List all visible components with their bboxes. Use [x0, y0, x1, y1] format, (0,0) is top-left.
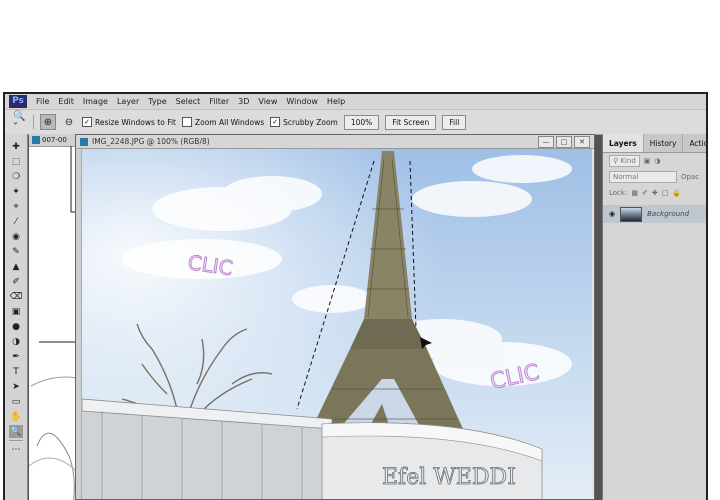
document-icon — [80, 137, 88, 146]
brush-tool-icon[interactable]: ✎ — [9, 245, 23, 258]
clone-stamp-tool-icon[interactable]: ▲ — [9, 260, 23, 273]
minimize-icon[interactable]: — — [538, 136, 554, 148]
pen-tool-icon[interactable]: ✒ — [9, 350, 23, 363]
app-logo: Ps — [9, 95, 27, 108]
blur-tool-icon[interactable]: ● — [9, 320, 23, 333]
scrubby-zoom-checkbox[interactable]: ✓ Scrubby Zoom — [270, 117, 338, 127]
hand-tool-icon[interactable]: ✋ — [9, 410, 23, 423]
zoom-in-icon[interactable]: ⊕ — [40, 114, 56, 130]
menu-layer[interactable]: Layer — [117, 97, 139, 106]
photoshop-window: Ps File Edit Image Layer Type Select Fil… — [3, 92, 708, 500]
marquee-tool-icon[interactable]: ⬚ — [9, 155, 23, 168]
menu-select[interactable]: Select — [176, 97, 201, 106]
menu-image[interactable]: Image — [83, 97, 108, 106]
lock-move-icon[interactable]: ✚ — [652, 189, 658, 197]
move-tool-icon[interactable]: ✚ — [9, 140, 23, 153]
lasso-tool-icon[interactable]: ❍ — [9, 170, 23, 183]
gradient-tool-icon[interactable]: ▣ — [9, 305, 23, 318]
document-window[interactable]: IMG_2248.JPG @ 100% (RGB/8) — □ ✕ Efel W… — [75, 134, 595, 500]
checkbox-checked-icon: ✓ — [270, 117, 281, 127]
eyedropper-tool-icon[interactable]: ⁄ — [9, 215, 23, 228]
eye-icon[interactable]: ◉ — [609, 210, 615, 218]
menu-3d[interactable]: 3D — [238, 97, 249, 106]
menu-view[interactable]: View — [258, 97, 277, 106]
filter-pixel-icon[interactable]: ▣ — [644, 157, 651, 165]
lock-transparent-icon[interactable]: ▦ — [631, 189, 638, 197]
dodge-tool-icon[interactable]: ◑ — [9, 335, 23, 348]
filter-adjustment-icon[interactable]: ◑ — [654, 157, 660, 165]
zoom-out-icon[interactable]: ⊖ — [62, 115, 76, 129]
more-tools-icon[interactable]: ⋯ — [9, 443, 23, 456]
options-bar: 🔍˅ ⊕ ⊖ ✓ Resize Windows to Fit Zoom All … — [5, 109, 706, 135]
menu-file[interactable]: File — [36, 97, 49, 106]
building-sign: Efel WEDDI — [382, 465, 516, 490]
shape-tool-icon[interactable]: ▭ — [9, 395, 23, 408]
maximize-icon[interactable]: □ — [556, 136, 572, 148]
history-brush-tool-icon[interactable]: ✐ — [9, 275, 23, 288]
panel-tabs: Layers History Actions — [603, 134, 706, 153]
menu-edit[interactable]: Edit — [58, 97, 74, 106]
kind-filter-dropdown[interactable]: ⚲ Kind — [609, 155, 640, 167]
fit-screen-button[interactable]: Fit Screen — [385, 114, 437, 130]
healing-brush-tool-icon[interactable]: ◉ — [9, 230, 23, 243]
kind-filter-label: Kind — [620, 157, 636, 165]
tab-layers[interactable]: Layers — [603, 134, 644, 152]
zoom-100-button[interactable]: 100% — [343, 114, 380, 130]
document-title-bar[interactable]: IMG_2248.JPG @ 100% (RGB/8) — □ ✕ — [76, 135, 594, 149]
resize-windows-checkbox[interactable]: ✓ Resize Windows to Fit — [82, 117, 176, 127]
layers-panel: Layers History Actions ⚲ Kind ▣ ◑ Normal… — [602, 134, 706, 500]
lock-artboard-icon[interactable]: □ — [662, 189, 669, 197]
checkbox-unchecked-icon — [181, 117, 192, 127]
image-canvas[interactable]: Efel WEDDI CLIC CLIC — [82, 149, 592, 499]
eraser-tool-icon[interactable]: ⌫ — [9, 290, 23, 303]
fill-screen-button[interactable]: Fill — [442, 114, 467, 130]
resize-windows-label: Resize Windows to Fit — [95, 117, 176, 127]
lock-label: Lock: — [609, 189, 628, 197]
document-title: IMG_2248.JPG @ 100% (RGB/8) — [92, 137, 210, 146]
blend-row: Normal Opac — [603, 169, 706, 185]
window-controls: — □ ✕ — [538, 136, 590, 148]
options-divider — [33, 115, 34, 129]
tab-actions[interactable]: Actions — [683, 134, 706, 152]
menu-bar: Ps File Edit Image Layer Type Select Fil… — [5, 94, 706, 109]
crop-tool-icon[interactable]: ⌖ — [9, 200, 23, 213]
tab-history[interactable]: History — [644, 134, 684, 152]
document-icon — [32, 136, 40, 144]
lock-row: Lock: ▦ ✐ ✚ □ 🔒 — [603, 185, 706, 201]
eiffel-tower-photo: Efel WEDDI CLIC CLIC — [82, 149, 592, 499]
menu-window[interactable]: Window — [286, 97, 318, 106]
zoom-tool-preset-icon[interactable]: 🔍˅ — [13, 111, 27, 133]
lock-paint-icon[interactable]: ✐ — [642, 189, 648, 197]
toolbar-divider — [9, 440, 23, 441]
search-icon: ⚲ — [613, 157, 619, 165]
lock-all-icon[interactable]: 🔒 — [672, 189, 681, 197]
background-document-title: 007-00 — [42, 136, 67, 144]
opacity-label: Opac — [681, 173, 700, 181]
menu-help[interactable]: Help — [327, 97, 345, 106]
blend-mode-dropdown[interactable]: Normal — [609, 171, 677, 183]
layer-filter-row: ⚲ Kind ▣ ◑ — [603, 153, 706, 169]
zoom-all-windows-label: Zoom All Windows — [194, 117, 265, 127]
tools-panel: ✚ ⬚ ❍ ✦ ⌖ ⁄ ◉ ✎ ▲ ✐ ⌫ ▣ ● ◑ ✒ T ➤ ▭ ✋ 🔍 … — [5, 134, 28, 500]
path-selection-tool-icon[interactable]: ➤ — [9, 380, 23, 393]
menu-type[interactable]: Type — [148, 97, 166, 106]
close-icon[interactable]: ✕ — [574, 136, 590, 148]
layer-name: Background — [647, 210, 690, 218]
scrubby-zoom-label: Scrubby Zoom — [283, 117, 338, 127]
zoom-tool-icon[interactable]: 🔍 — [9, 425, 23, 438]
checkbox-checked-icon: ✓ — [82, 117, 92, 127]
layer-thumbnail — [620, 206, 643, 222]
type-tool-icon[interactable]: T — [9, 365, 23, 378]
magic-wand-tool-icon[interactable]: ✦ — [9, 185, 23, 198]
layer-row-background[interactable]: ◉ Background — [603, 205, 706, 223]
menu-filter[interactable]: Filter — [209, 97, 229, 106]
zoom-all-windows-checkbox[interactable]: Zoom All Windows — [181, 117, 265, 127]
